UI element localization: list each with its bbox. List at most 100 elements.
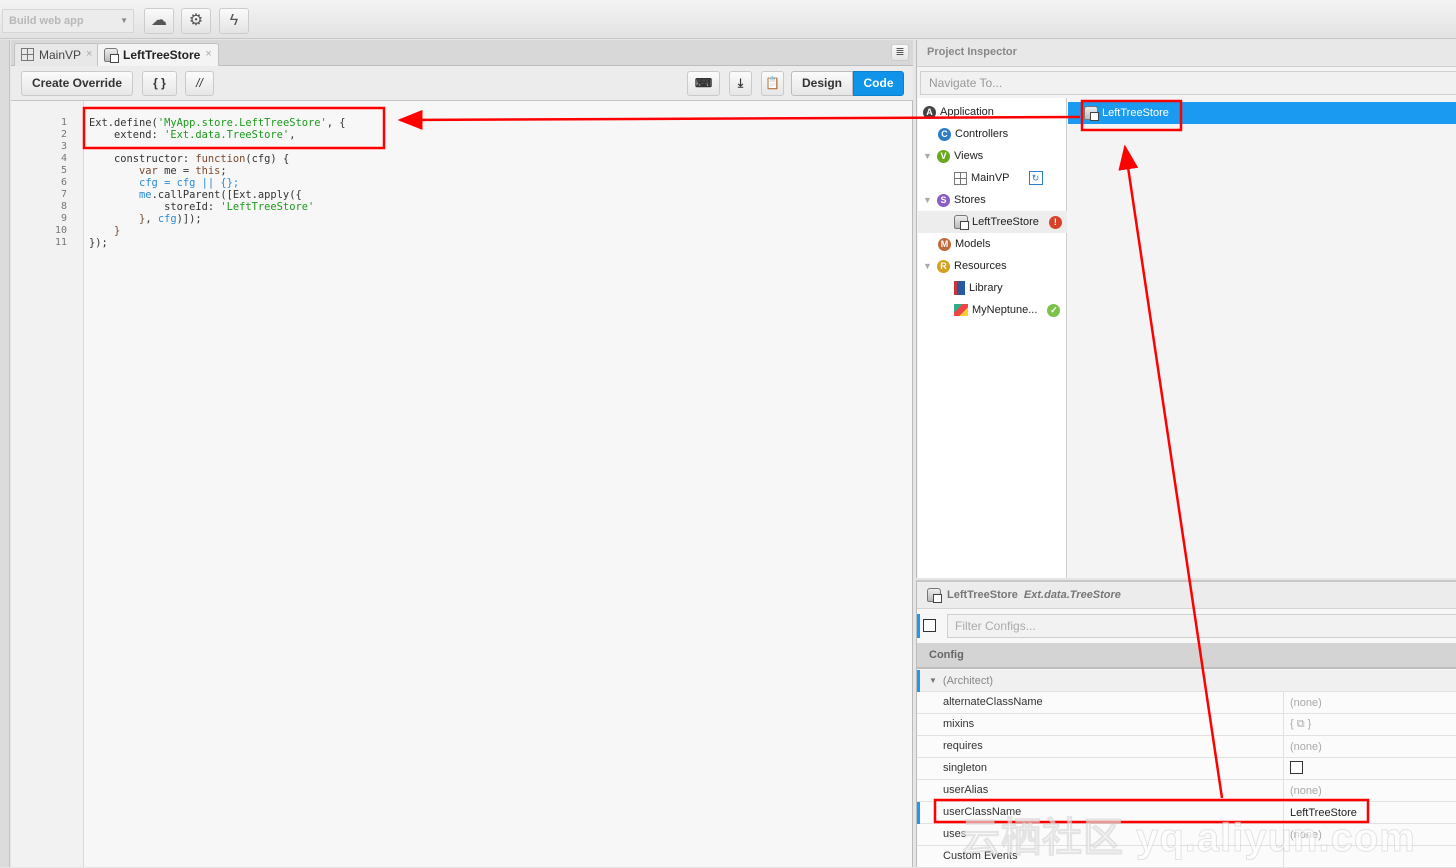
gear-icon: ⚙ [188, 12, 204, 29]
code-line: }); [89, 237, 346, 249]
code-text[interactable]: Ext.define('MyApp.store.LeftTreeStore', … [89, 117, 346, 249]
close-icon[interactable]: × [86, 48, 92, 60]
tree-item-stores[interactable]: ▼ S Stores [923, 189, 986, 211]
views-icon: V [937, 149, 950, 163]
library-icon [954, 281, 965, 295]
cloud-upload-icon: ☁ [151, 12, 167, 29]
error-icon: ! [1048, 215, 1062, 229]
code-token: me [89, 189, 152, 201]
code-token: 'LeftTreeStore' [220, 201, 315, 213]
config-row[interactable]: Custom Events [917, 846, 1456, 868]
code-token: cfg [157, 213, 177, 225]
tab-menu-button[interactable]: ≣ [891, 44, 909, 61]
design-mode-button[interactable]: Design [791, 71, 853, 96]
comment-button[interactable]: // [185, 71, 214, 96]
application-icon: A [923, 105, 936, 119]
tree-item-myneptune[interactable]: MyNeptune... ✓ [954, 299, 1061, 321]
expand-triangle-icon[interactable]: ▼ [923, 261, 933, 271]
tree-item-library[interactable]: Library [954, 277, 1003, 299]
group-row[interactable]: ▼ (Architect) [917, 670, 1456, 692]
check-icon: ✓ [1047, 303, 1061, 317]
lightning-icon: ϟ [229, 12, 239, 29]
clipboard-button[interactable]: 📋 [761, 71, 784, 96]
panel-title: Project Inspector [917, 40, 1456, 67]
code-token: } [89, 225, 121, 237]
code-line: extend: 'Ext.data.TreeStore', [89, 129, 346, 141]
code-line: Ext.define('MyApp.store.LeftTreeStore', … [89, 117, 346, 129]
code-token: )]); [176, 213, 202, 225]
run-button[interactable]: ϟ [219, 8, 249, 34]
store-icon [927, 588, 942, 603]
code-token: } [89, 213, 146, 225]
code-token: storeId: [89, 201, 221, 213]
line-numbers: 1 2 3 4 5 6 7 8 9 10 11 [11, 101, 84, 867]
code-line: var me = this; [89, 165, 346, 177]
controllers-icon: C [938, 127, 951, 141]
tree-item-application[interactable]: A Application [923, 101, 994, 123]
models-icon: M [938, 237, 951, 251]
code-token: 'MyApp.store.LeftTreeStore' [157, 117, 327, 129]
code-token: .callParent([Ext.apply({ [151, 189, 302, 201]
tab-lefttreestore[interactable]: LeftTreeStore × [97, 43, 219, 67]
tree-item-views[interactable]: ▼ V Views [923, 145, 983, 167]
close-icon[interactable]: × [205, 48, 211, 60]
code-editor-panel: MainVP × LeftTreeStore × ≣ Create Override… [11, 40, 913, 867]
download-icon: ⤓ [737, 76, 744, 90]
main-toolbar: Build web app ▼ ☁ ⚙ ϟ [0, 0, 1456, 39]
config-row[interactable]: userAlias (none) [917, 780, 1456, 802]
config-row[interactable]: userClassName LeftTreeStore [917, 802, 1456, 824]
navigate-input[interactable]: Navigate To... [920, 71, 1456, 95]
settings-button[interactable]: ⚙ [181, 8, 211, 34]
deploy-button[interactable]: ☁ [144, 8, 174, 34]
tree-item-mainvp[interactable]: MainVP ↻ [954, 167, 1043, 189]
keyboard-icon: ⌨ [694, 76, 713, 90]
code-token: (cfg) { [245, 153, 290, 165]
config-section-header[interactable]: Config [917, 643, 1456, 669]
code-token: 'Ext.data.TreeStore' [164, 129, 290, 141]
code-token: Ext.define( [89, 117, 158, 129]
code-line: constructor: function(cfg) { [89, 153, 346, 165]
build-target-select[interactable]: Build web app ▼ [2, 9, 134, 33]
tree-item-lefttreestore[interactable]: LeftTreeStore! [918, 211, 1067, 233]
project-inspector: Project Inspector Navigate To... A Applic… [916, 40, 1456, 578]
config-row[interactable]: requires (none) [917, 736, 1456, 758]
viewport-icon [21, 48, 34, 61]
code-token: ; [220, 165, 227, 177]
format-braces-button[interactable]: { } [142, 71, 177, 96]
store-icon [954, 215, 969, 230]
singleton-checkbox[interactable] [1290, 760, 1303, 774]
code-token: , { [326, 117, 346, 129]
code-line: } [89, 225, 346, 237]
expand-triangle-icon[interactable]: ▼ [923, 195, 933, 205]
code-token: cfg = cfg || {}; [89, 177, 240, 189]
code-mode-button[interactable]: Code [853, 71, 904, 96]
list-icon: ≣ [895, 46, 905, 58]
code-line: me.callParent([Ext.apply({ [89, 189, 346, 201]
export-button[interactable]: ⤓ [729, 71, 752, 96]
chevron-down-icon: ▼ [120, 16, 128, 25]
code-token: me = [157, 165, 196, 177]
create-override-button[interactable]: Create Override [21, 71, 133, 96]
editor-toolbar: Create Override { } // ⌨ ⤓ 📋 Design Code [11, 66, 913, 101]
tree-item-models[interactable]: M Models [938, 233, 990, 255]
refresh-icon[interactable]: ↻ [1028, 171, 1043, 185]
config-row[interactable]: alternateClassName (none) [917, 692, 1456, 714]
tree-item-controllers[interactable]: C Controllers [938, 123, 1008, 145]
left-collapsed-panel[interactable] [0, 40, 10, 867]
expand-triangle-icon[interactable]: ▼ [923, 151, 933, 161]
tree-item-resources[interactable]: ▼ R Resources [923, 255, 1007, 277]
config-row[interactable]: uses (none) [917, 824, 1456, 846]
viewport-icon [954, 171, 967, 185]
selected-item[interactable]: LeftTreeStore [1068, 102, 1456, 124]
theme-icon [954, 304, 968, 316]
config-row[interactable]: singleton [917, 758, 1456, 780]
config-row[interactable]: mixins{ ⧉ } [917, 714, 1456, 736]
filter-checkbox[interactable] [923, 619, 936, 635]
config-panel: LeftTreeStore Ext.data.TreeStore Filter C… [916, 580, 1456, 868]
keyboard-button[interactable]: ⌨ [687, 71, 720, 96]
code-token: constructor: [89, 153, 196, 165]
code-token: var [89, 165, 158, 177]
filter-configs-input[interactable]: Filter Configs... [947, 614, 1456, 638]
tab-mainvp[interactable]: MainVP × [14, 43, 100, 66]
